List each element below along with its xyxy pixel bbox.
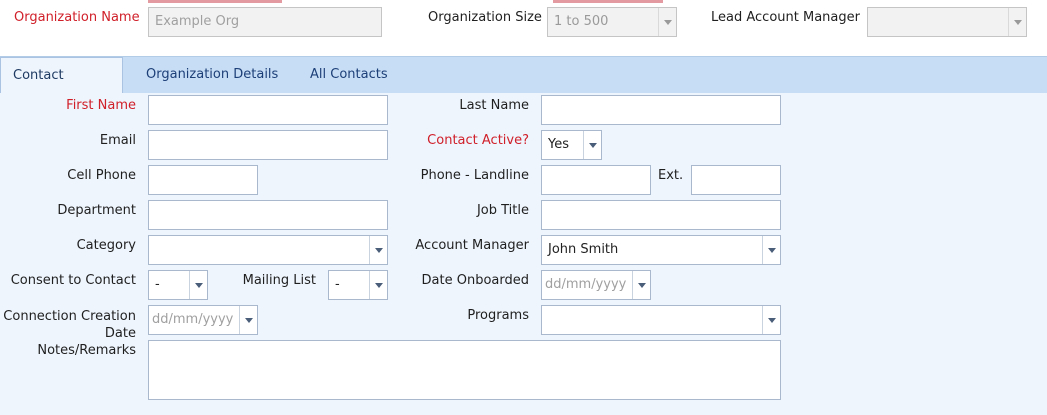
- org-size-label: Organization Size: [428, 10, 542, 25]
- job-title-label: Job Title: [476, 203, 529, 218]
- notes-label: Notes/Remarks: [37, 343, 136, 358]
- account-manager-select[interactable]: John Smith: [541, 235, 781, 265]
- chevron-down-icon: [632, 271, 650, 299]
- category-label: Category: [76, 238, 136, 253]
- contact-active-select[interactable]: Yes: [541, 130, 602, 160]
- email-input[interactable]: [148, 130, 388, 160]
- ext-label: Ext.: [658, 168, 684, 183]
- connection-date-label-line1: Connection Creation: [3, 309, 136, 324]
- org-name-placeholder: Example Org: [155, 14, 240, 29]
- chevron-down-icon: [1008, 8, 1026, 36]
- contact-active-label: Contact Active?: [427, 133, 529, 148]
- chevron-down-icon: [583, 131, 601, 159]
- cell-phone-label: Cell Phone: [67, 168, 136, 183]
- programs-select[interactable]: [541, 305, 781, 335]
- connection-date-label-line2: Date: [104, 326, 136, 341]
- date-onboarded-input[interactable]: dd/mm/yyyy: [541, 270, 651, 300]
- connection-date-label: Connection Creation Date: [0, 308, 136, 342]
- ext-input[interactable]: [691, 165, 781, 195]
- chevron-down-icon: [762, 236, 780, 264]
- cell-phone-input[interactable]: - -: [148, 165, 258, 195]
- tab-bar: Contact Details Organization Details All…: [0, 56, 1047, 119]
- connection-date-input[interactable]: dd/mm/yyyy: [148, 305, 258, 335]
- tab-contact-details[interactable]: Contact Details: [0, 57, 123, 119]
- chevron-down-icon: [762, 306, 780, 334]
- chevron-down-icon: [658, 8, 676, 36]
- consent-select[interactable]: -: [148, 270, 208, 300]
- lead-manager-select[interactable]: [867, 7, 1027, 37]
- department-label: Department: [57, 203, 136, 218]
- tab-all-contacts[interactable]: All Contacts: [298, 57, 400, 94]
- notes-textarea[interactable]: [148, 340, 781, 400]
- org-name-label: Organization Name: [14, 10, 140, 25]
- phone-landline-label: Phone - Landline: [420, 168, 529, 183]
- category-select[interactable]: [148, 235, 388, 265]
- mailing-list-label: Mailing List: [242, 273, 316, 288]
- tab-organization-details[interactable]: Organization Details: [134, 57, 290, 94]
- org-name-error-stripe: [148, 0, 282, 3]
- job-title-input[interactable]: [541, 200, 781, 230]
- chevron-down-icon: [369, 236, 387, 264]
- email-label: Email: [99, 133, 136, 148]
- department-input[interactable]: [148, 200, 388, 230]
- first-name-input[interactable]: [148, 95, 388, 125]
- org-size-error-stripe: [553, 0, 663, 3]
- chevron-down-icon: [369, 271, 387, 299]
- last-name-input[interactable]: [541, 95, 781, 125]
- mailing-list-select[interactable]: -: [328, 270, 388, 300]
- chevron-down-icon: [239, 306, 257, 334]
- lead-manager-label: Lead Account Manager: [711, 10, 860, 25]
- first-name-label: First Name: [66, 98, 136, 113]
- chevron-down-icon: [189, 271, 207, 299]
- last-name-label: Last Name: [459, 98, 529, 113]
- date-onboarded-label: Date Onboarded: [421, 273, 529, 288]
- consent-label: Consent to Contact: [10, 273, 136, 288]
- phone-landline-input[interactable]: - -: [541, 165, 651, 195]
- programs-label: Programs: [467, 308, 529, 323]
- org-size-value: 1 to 500: [554, 14, 609, 29]
- account-manager-label: Account Manager: [415, 238, 529, 253]
- org-size-select[interactable]: 1 to 500: [547, 7, 677, 37]
- org-name-input[interactable]: Example Org: [148, 7, 382, 37]
